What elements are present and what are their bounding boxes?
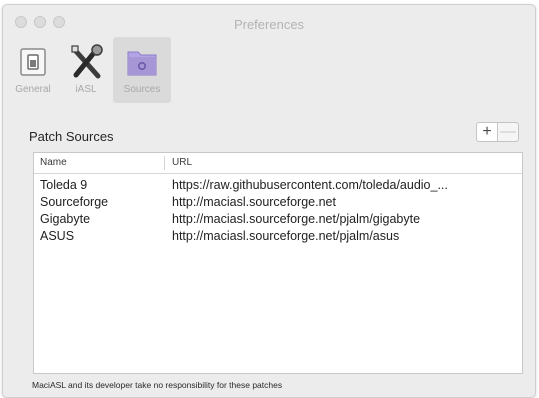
table-header: Name URL [34,153,522,174]
remove-source-button[interactable]: — [497,122,519,142]
row-url-cell: https://raw.githubusercontent.com/toleda… [172,178,448,192]
title-bar: Preferences [3,5,535,35]
row-name-cell: ASUS [40,229,75,243]
disclaimer-text: MaciASL and its developer take no respon… [32,380,283,390]
row-url-cell: http://maciasl.sourceforge.net/pjalm/gig… [172,212,421,226]
column-header-url[interactable]: URL [172,157,192,168]
toolbar-item-general[interactable]: General [7,37,59,103]
row-url-cell: http://maciasl.sourceforge.net [172,195,336,209]
row-url-cell: http://maciasl.sourceforge.net/pjalm/asu… [172,229,400,243]
row-name-cell: Sourceforge [40,195,109,209]
add-source-button[interactable]: + [476,122,498,142]
table-row[interactable]: ASUS http://maciasl.sourceforge.net/pjal… [34,228,522,245]
toolbar-item-sources[interactable]: Sources [113,37,171,103]
folder-icon [127,51,157,76]
patch-sources-table: Name URL Toleda 9 https://raw.githubuser… [33,152,523,374]
window-title: Preferences [233,17,305,32]
tools-icon [71,44,103,79]
table-row[interactable]: Sourceforge http://maciasl.sourceforge.n… [34,194,522,211]
toolbar-label-iasl: iASL [75,84,97,95]
row-name-cell: Gigabyte [40,212,91,226]
table-row[interactable]: Gigabyte http://maciasl.sourceforge.net/… [34,211,522,228]
preferences-toolbar: General iASL Sources [3,35,535,105]
toolbar-label-general: General [15,84,51,95]
table-row[interactable]: Toleda 9 https://raw.githubusercontent.c… [34,177,522,194]
general-switch-icon [20,48,46,76]
toolbar-label-sources: Sources [123,84,161,95]
toolbar-item-iasl[interactable]: iASL [59,37,113,103]
row-name-cell: Toleda 9 [40,178,88,192]
preferences-window: Preferences General iASL Sources Patch S… [2,4,536,398]
patch-sources-title: Patch Sources [29,129,114,144]
column-header-name[interactable]: Name [40,157,67,168]
column-divider[interactable] [164,156,165,170]
